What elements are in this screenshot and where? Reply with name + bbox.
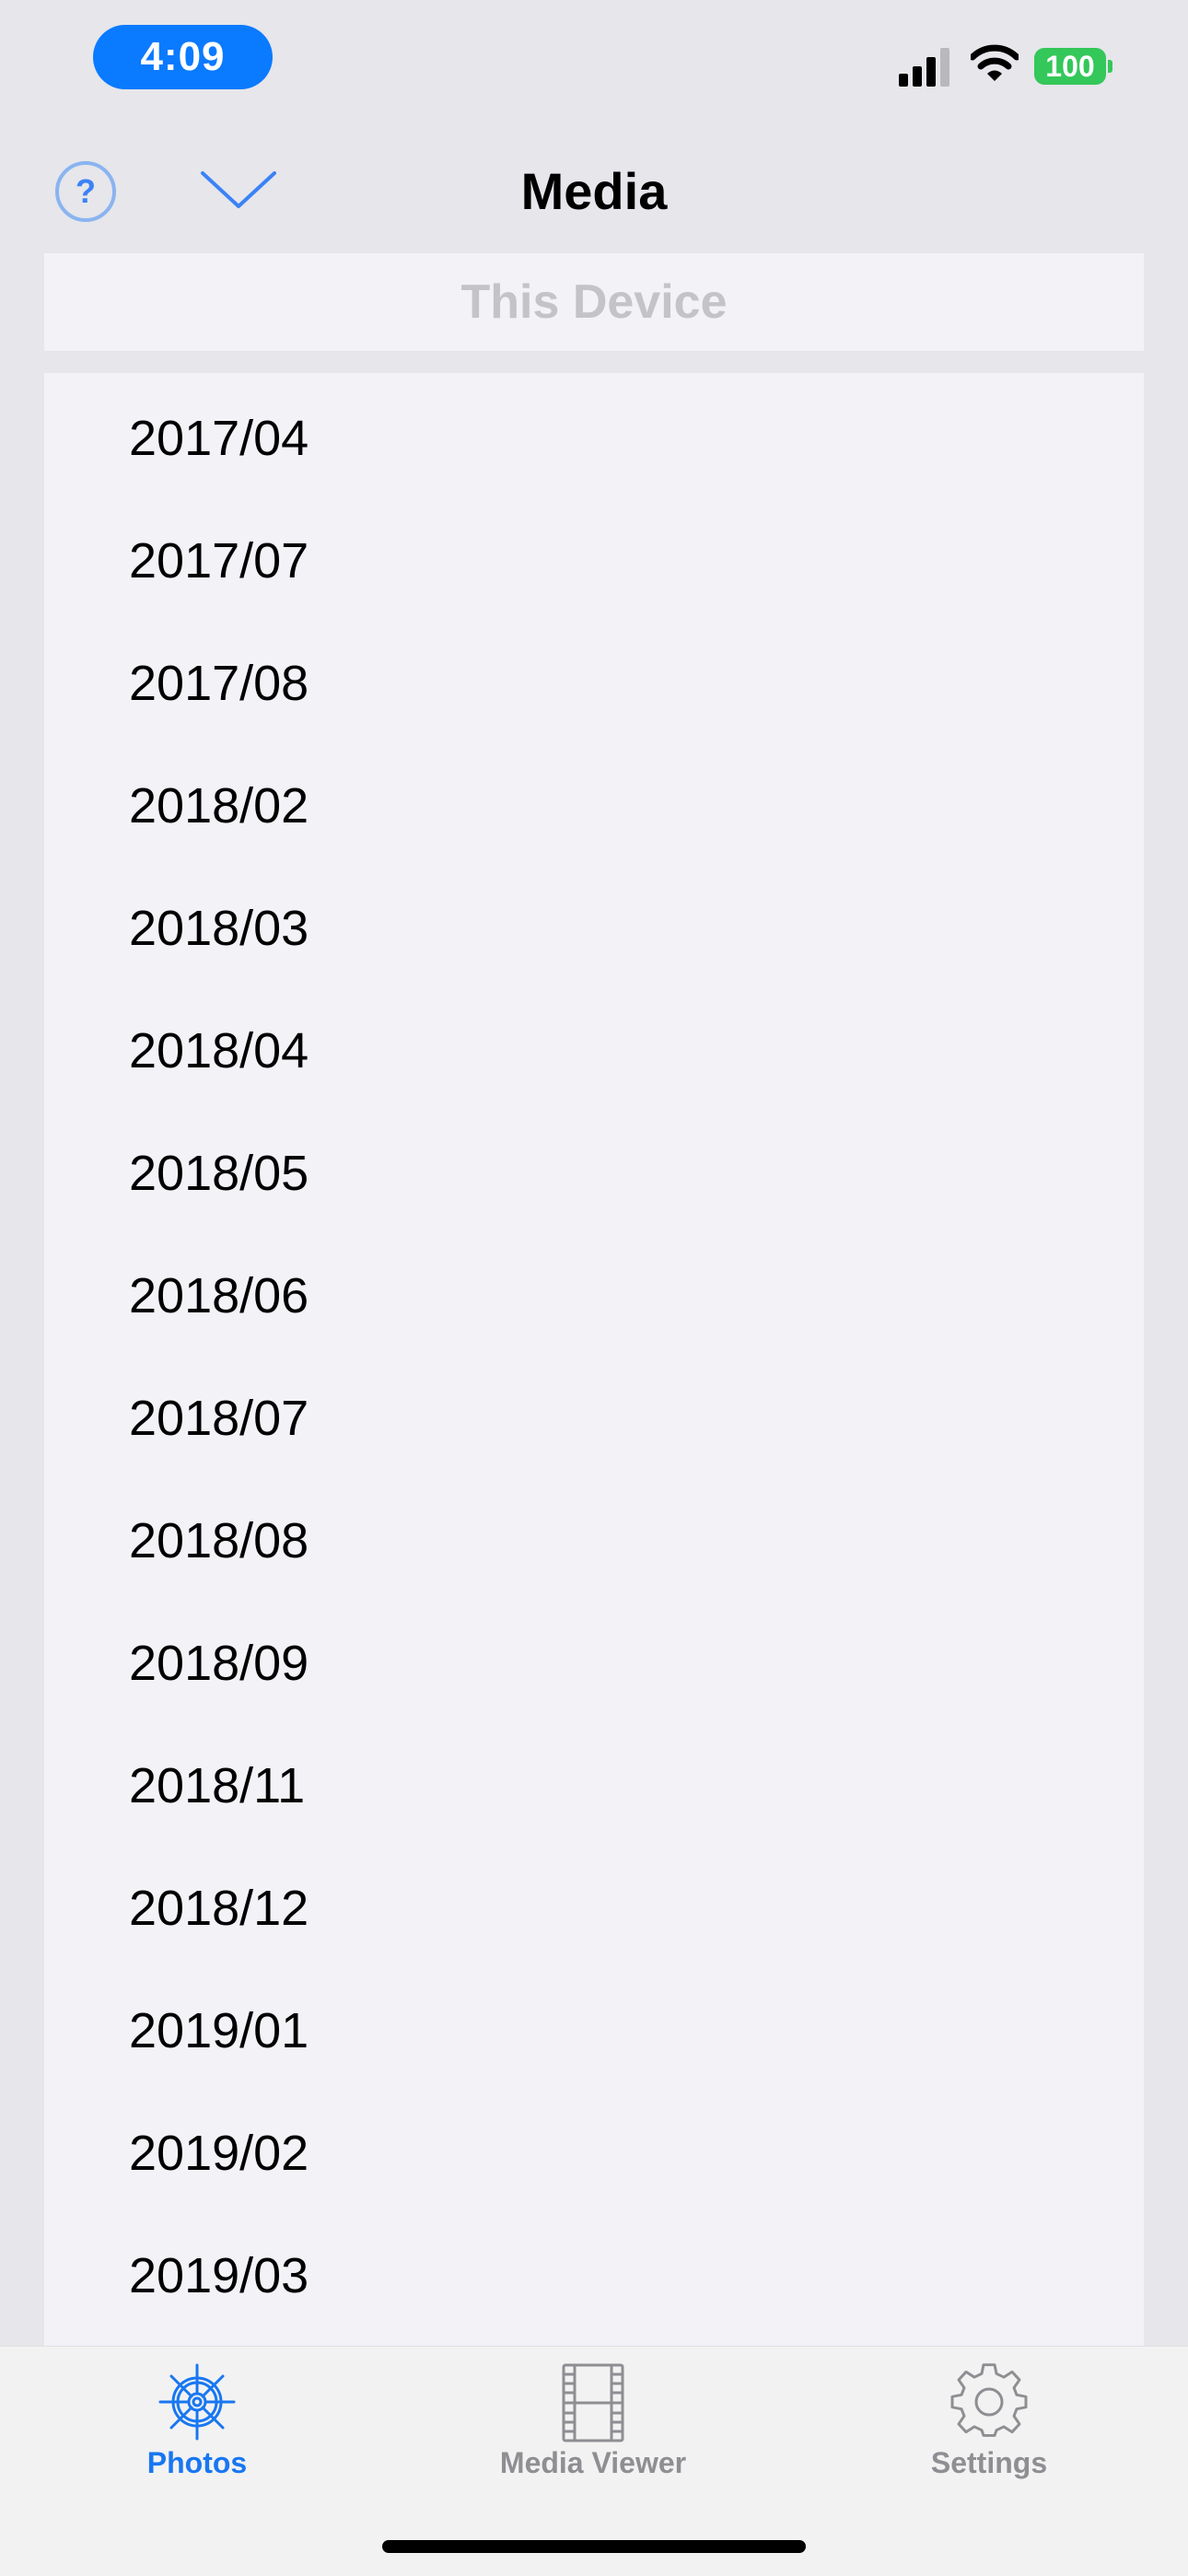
help-button[interactable]: ? (55, 161, 116, 222)
list-item[interactable]: 2018/06 (44, 1235, 1144, 1358)
list-item[interactable]: 2017/08 (44, 623, 1144, 745)
source-header: This Device (44, 253, 1144, 351)
battery-level: 100 (1034, 48, 1106, 85)
tab-media-viewer-label: Media Viewer (499, 2446, 687, 2479)
chevron-down-icon[interactable] (197, 164, 280, 216)
list-item[interactable]: 2018/08 (44, 1480, 1144, 1603)
list-item[interactable]: 2018/02 (44, 745, 1144, 868)
tab-photos[interactable]: Photos (59, 2347, 335, 2494)
ship-wheel-icon (158, 2363, 236, 2441)
list-item[interactable]: 2018/12 (44, 1847, 1144, 1970)
battery-indicator: 100 (1034, 48, 1112, 85)
list-item[interactable]: 2018/05 (44, 1113, 1144, 1235)
list-item[interactable]: 2018/03 (44, 868, 1144, 990)
navigation-bar: Media ? (0, 138, 1188, 249)
list-item[interactable]: 2018/07 (44, 1358, 1144, 1480)
status-bar: 4:09 100 (0, 0, 1188, 120)
list-item[interactable]: 2019/01 (44, 1970, 1144, 2092)
home-indicator[interactable] (382, 2540, 806, 2553)
list-item[interactable]: 2017/04 (44, 378, 1144, 500)
tab-settings-label: Settings (930, 2446, 1048, 2479)
cellular-signal-icon (899, 48, 949, 87)
list-item[interactable]: 2018/04 (44, 990, 1144, 1113)
tab-photos-label: Photos (146, 2446, 248, 2479)
page-title: Media (520, 162, 668, 220)
status-time[interactable]: 4:09 (93, 25, 273, 89)
list-item[interactable]: 2017/07 (44, 500, 1144, 623)
month-list: 2017/04 2017/07 2017/08 2018/02 2018/03 … (44, 373, 1144, 2346)
tab-media-viewer[interactable]: Media Viewer (455, 2347, 731, 2494)
list-item[interactable]: 2019/02 (44, 2092, 1144, 2215)
battery-tip (1108, 60, 1112, 73)
gear-icon (950, 2363, 1028, 2437)
wifi-icon (971, 44, 1019, 81)
list-item[interactable]: 2018/11 (44, 1725, 1144, 1847)
list-item[interactable]: 2018/09 (44, 1603, 1144, 1725)
list-item[interactable]: 2019/03 (44, 2215, 1144, 2337)
film-strip-icon (562, 2363, 624, 2442)
tab-settings[interactable]: Settings (851, 2347, 1127, 2494)
